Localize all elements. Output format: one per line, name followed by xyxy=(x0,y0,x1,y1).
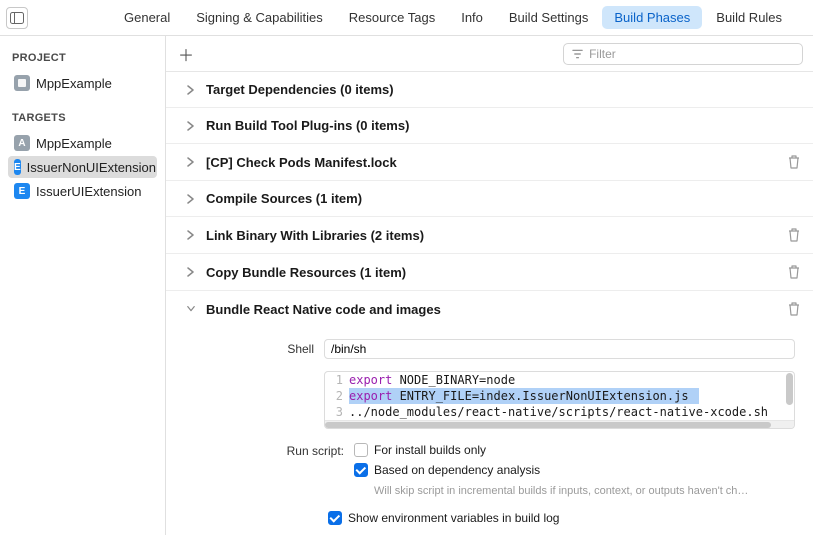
filter-icon xyxy=(572,48,583,60)
phase-title: Copy Bundle Resources (1 item) xyxy=(206,265,777,280)
extension-icon: E xyxy=(14,183,30,199)
phase-title: Compile Sources (1 item) xyxy=(206,191,803,206)
phase-link-binary[interactable]: Link Binary With Libraries (2 items) xyxy=(166,217,813,254)
keyword: export xyxy=(349,373,392,387)
targets-section-label: TARGETS xyxy=(12,112,153,124)
delete-phase-button[interactable] xyxy=(787,227,803,243)
phase-bundle-react-native[interactable]: Bundle React Native code and images xyxy=(166,291,813,327)
phase-check-pods-manifest[interactable]: [CP] Check Pods Manifest.lock xyxy=(166,144,813,181)
sidebar-toggle-button[interactable] xyxy=(6,7,28,29)
shell-label: Shell xyxy=(284,342,314,356)
filter-field[interactable] xyxy=(563,43,803,65)
phase-title: Target Dependencies (0 items) xyxy=(206,82,803,97)
script-editor[interactable]: 1 export NODE_BINARY=node 2 export ENTRY… xyxy=(324,371,795,429)
project-name-label: MppExample xyxy=(36,76,112,91)
tab-resource-tags[interactable]: Resource Tags xyxy=(337,6,447,29)
dependency-analysis-hint: Will skip script in incremental builds i… xyxy=(374,485,748,497)
dependency-analysis-checkbox[interactable] xyxy=(354,463,368,477)
keyword: export xyxy=(349,389,392,403)
sidebar: PROJECT MppExample TARGETS A MppExample … xyxy=(0,36,166,535)
tab-build-settings[interactable]: Build Settings xyxy=(497,6,601,29)
sidebar-icon xyxy=(10,12,24,24)
dependency-analysis-label: Based on dependency analysis xyxy=(374,463,540,477)
trash-icon xyxy=(787,227,801,243)
horizontal-scrollbar[interactable] xyxy=(325,420,794,428)
shell-input[interactable] xyxy=(324,339,795,359)
tab-general[interactable]: General xyxy=(112,6,182,29)
app-icon: A xyxy=(14,135,30,151)
chevron-right-icon xyxy=(186,85,196,95)
sidebar-target-mppexample[interactable]: A MppExample xyxy=(8,132,157,154)
tab-build-phases[interactable]: Build Phases xyxy=(602,6,702,29)
add-phase-button[interactable]: ＋ xyxy=(176,44,196,64)
line-number: 2 xyxy=(325,388,349,404)
project-section-label: PROJECT xyxy=(12,52,153,64)
line-number: 1 xyxy=(325,372,349,388)
delete-phase-button[interactable] xyxy=(787,264,803,280)
code-text: ../node_modules/react-native/scripts/rea… xyxy=(349,405,768,419)
scrollbar-thumb[interactable] xyxy=(325,422,771,428)
filter-input[interactable] xyxy=(589,47,794,61)
chevron-right-icon xyxy=(186,267,196,277)
plus-icon: ＋ xyxy=(178,42,194,66)
install-only-label: For install builds only xyxy=(374,443,486,457)
code-text: ENTRY_FILE=index.IssuerNonUIExtension.js xyxy=(392,389,688,403)
trash-icon xyxy=(787,154,801,170)
phase-compile-sources[interactable]: Compile Sources (1 item) xyxy=(166,181,813,217)
phase-run-build-tool-plugins[interactable]: Run Build Tool Plug-ins (0 items) xyxy=(166,108,813,144)
chevron-right-icon xyxy=(186,157,196,167)
target-label: MppExample xyxy=(36,136,112,151)
chevron-right-icon xyxy=(186,194,196,204)
phase-title: Run Build Tool Plug-ins (0 items) xyxy=(206,118,803,133)
show-env-vars-label: Show environment variables in build log xyxy=(348,511,559,525)
delete-phase-button[interactable] xyxy=(787,154,803,170)
tab-info[interactable]: Info xyxy=(449,6,495,29)
delete-phase-button[interactable] xyxy=(787,301,803,317)
sidebar-project-item[interactable]: MppExample xyxy=(8,72,157,94)
install-only-checkbox[interactable] xyxy=(354,443,368,457)
tab-build-rules[interactable]: Build Rules xyxy=(704,6,794,29)
target-label: IssuerNonUIExtension xyxy=(27,160,156,175)
phase-target-dependencies[interactable]: Target Dependencies (0 items) xyxy=(166,72,813,108)
target-label: IssuerUIExtension xyxy=(36,184,142,199)
sidebar-target-issuerui[interactable]: E IssuerUIExtension xyxy=(8,180,157,202)
tab-signing[interactable]: Signing & Capabilities xyxy=(184,6,334,29)
extension-icon: E xyxy=(14,159,21,175)
show-env-vars-checkbox[interactable] xyxy=(328,511,342,525)
sidebar-target-issuernonui[interactable]: E IssuerNonUIExtension xyxy=(8,156,157,178)
phase-copy-bundle-resources[interactable]: Copy Bundle Resources (1 item) xyxy=(166,254,813,291)
phase-expanded-body: Shell 1 export NODE_BINARY=node 2 export… xyxy=(166,327,813,535)
phase-title: [CP] Check Pods Manifest.lock xyxy=(206,155,777,170)
trash-icon xyxy=(787,301,801,317)
chevron-right-icon xyxy=(186,121,196,131)
vertical-scrollbar-thumb[interactable] xyxy=(786,373,793,405)
chevron-down-icon xyxy=(186,304,196,314)
phase-title: Link Binary With Libraries (2 items) xyxy=(206,228,777,243)
trash-icon xyxy=(787,264,801,280)
line-number: 3 xyxy=(325,404,349,420)
run-script-label: Run script: xyxy=(284,443,344,458)
chevron-right-icon xyxy=(186,230,196,240)
app-icon xyxy=(14,75,30,91)
code-text: NODE_BINARY=node xyxy=(392,373,515,387)
phase-title: Bundle React Native code and images xyxy=(206,302,777,317)
